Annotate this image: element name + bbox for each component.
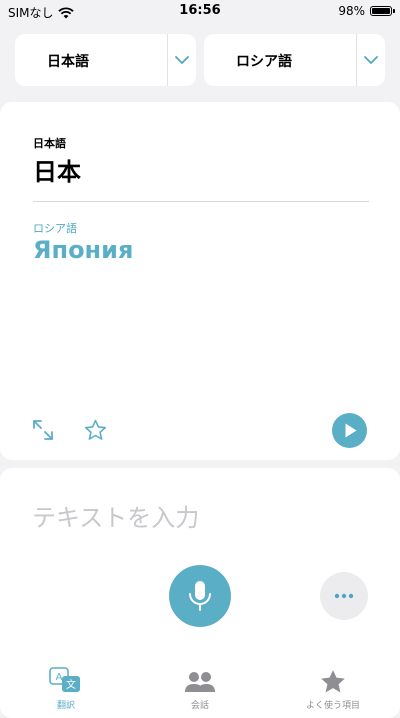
battery-percent: 98%	[338, 4, 365, 18]
more-options-button[interactable]	[320, 572, 368, 620]
selector-divider	[356, 34, 357, 86]
microphone-button[interactable]	[169, 565, 231, 627]
svg-text:A: A	[56, 672, 63, 683]
chevron-down-icon	[175, 56, 189, 64]
translated-text[interactable]: Япония	[33, 236, 133, 264]
translate-icon: A 文	[49, 667, 80, 692]
source-language-caption: 日本語	[33, 137, 66, 150]
tab-conversation-label: 会話	[190, 701, 209, 711]
translation-card: 日本語 日本 ロシア語 Япония	[0, 102, 400, 460]
source-language-selector[interactable]: 日本語	[15, 34, 196, 86]
card-divider	[33, 201, 369, 202]
selector-divider	[167, 34, 168, 86]
play-icon	[345, 423, 357, 438]
ellipsis-icon	[334, 593, 354, 599]
battery-fill	[372, 8, 390, 14]
text-input[interactable]: テキストを入力	[32, 498, 199, 533]
source-language-label: 日本語	[47, 54, 89, 70]
conversation-icon	[185, 672, 215, 692]
target-language-label: ロシア語	[236, 54, 292, 70]
microphone-icon	[189, 581, 211, 611]
status-bar: SIMなし 16:56 98%	[0, 0, 400, 24]
expand-icon[interactable]	[32, 419, 54, 441]
star-icon	[321, 670, 345, 693]
status-battery-group: 98%	[338, 4, 395, 18]
star-outline-icon[interactable]	[83, 418, 108, 443]
target-language-selector[interactable]: ロシア語	[204, 34, 385, 86]
svg-text:文: 文	[66, 678, 76, 691]
tab-translate-label: 翻訳	[56, 701, 75, 711]
target-language-caption: ロシア語	[33, 222, 77, 235]
tab-favorites-label: よく使う項目	[305, 701, 360, 711]
source-text[interactable]: 日本	[33, 152, 81, 187]
tab-bar: A 文 翻訳 会話 よく使う項目	[0, 660, 400, 711]
play-button[interactable]	[332, 413, 367, 448]
battery-icon	[370, 6, 395, 16]
chevron-down-icon	[364, 56, 378, 64]
